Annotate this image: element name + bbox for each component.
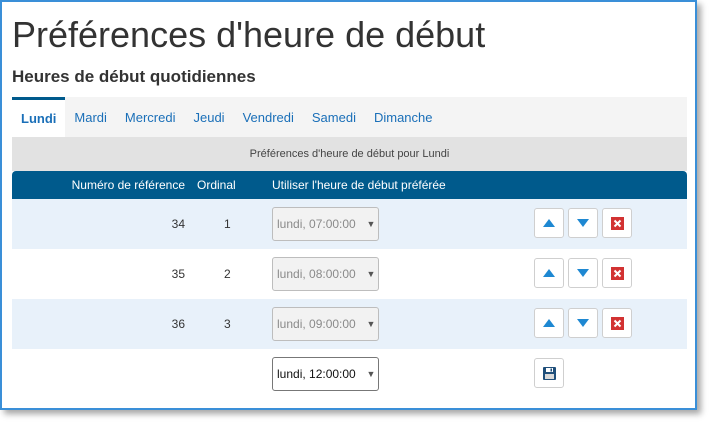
table-caption: Préférences d'heure de début pour Lundi <box>12 137 687 171</box>
cell-ref: 35 <box>171 267 185 281</box>
move-up-button[interactable] <box>534 308 564 338</box>
time-select-value: lundi, 07:00:00 <box>277 217 356 231</box>
chevron-down-icon: ▼ <box>366 269 376 279</box>
cell-ordinal: 2 <box>224 267 231 281</box>
delete-button[interactable] <box>602 308 632 338</box>
tab-jeudi[interactable]: Jeudi <box>184 97 233 137</box>
header-ordinal: Ordinal <box>197 178 236 192</box>
table-row: 35 2 lundi, 08:00:00 ▼ <box>12 249 687 299</box>
page-title: Préférences d'heure de début <box>12 14 486 55</box>
new-entry-row: lundi, 12:00:00 ▼ <box>12 349 687 399</box>
tab-mardi[interactable]: Mardi <box>65 97 116 137</box>
time-select-value: lundi, 08:00:00 <box>277 267 356 281</box>
move-down-button[interactable] <box>568 258 598 288</box>
new-time-select[interactable]: lundi, 12:00:00 ▼ <box>272 357 379 391</box>
tab-samedi[interactable]: Samedi <box>303 97 365 137</box>
delete-icon <box>610 316 624 330</box>
section-title: Heures de début quotidiennes <box>12 67 256 86</box>
cell-ordinal: 1 <box>224 217 231 231</box>
tab-vendredi[interactable]: Vendredi <box>234 97 303 137</box>
move-up-button[interactable] <box>534 258 564 288</box>
table-row: 36 3 lundi, 09:00:00 ▼ <box>12 299 687 349</box>
day-tabs: Lundi Mardi Mercredi Jeudi Vendredi Same… <box>12 97 687 137</box>
new-time-select-value: lundi, 12:00:00 <box>277 367 356 381</box>
save-icon <box>542 366 556 380</box>
arrow-down-icon <box>577 269 589 277</box>
tab-mercredi[interactable]: Mercredi <box>116 97 185 137</box>
arrow-up-icon <box>543 269 555 277</box>
arrow-up-icon <box>543 219 555 227</box>
save-button[interactable] <box>534 358 564 388</box>
arrow-down-icon <box>577 219 589 227</box>
arrow-up-icon <box>543 319 555 327</box>
cell-ref: 36 <box>171 317 185 331</box>
chevron-down-icon: ▼ <box>366 369 376 379</box>
window: Préférences d'heure de début Heures de d… <box>0 0 697 410</box>
move-up-button[interactable] <box>534 208 564 238</box>
chevron-down-icon: ▼ <box>366 319 376 329</box>
arrow-down-icon <box>577 319 589 327</box>
tab-dimanche[interactable]: Dimanche <box>365 97 442 137</box>
tab-lundi[interactable]: Lundi <box>12 97 66 137</box>
move-down-button[interactable] <box>568 308 598 338</box>
cell-ordinal: 3 <box>224 317 231 331</box>
table-header: Numéro de référence Ordinal Utiliser l'h… <box>12 171 687 199</box>
cell-ref: 34 <box>171 217 185 231</box>
delete-button[interactable] <box>602 208 632 238</box>
time-select: lundi, 07:00:00 ▼ <box>272 207 379 241</box>
table-row: 34 1 lundi, 07:00:00 ▼ <box>12 199 687 249</box>
header-ref: Numéro de référence <box>71 178 185 192</box>
header-preferred: Utiliser l'heure de début préférée <box>272 178 446 192</box>
delete-icon <box>610 216 624 230</box>
chevron-down-icon: ▼ <box>366 219 376 229</box>
move-down-button[interactable] <box>568 208 598 238</box>
time-select-value: lundi, 09:00:00 <box>277 317 356 331</box>
time-select: lundi, 09:00:00 ▼ <box>272 307 379 341</box>
delete-button[interactable] <box>602 258 632 288</box>
time-select: lundi, 08:00:00 ▼ <box>272 257 379 291</box>
delete-icon <box>610 266 624 280</box>
